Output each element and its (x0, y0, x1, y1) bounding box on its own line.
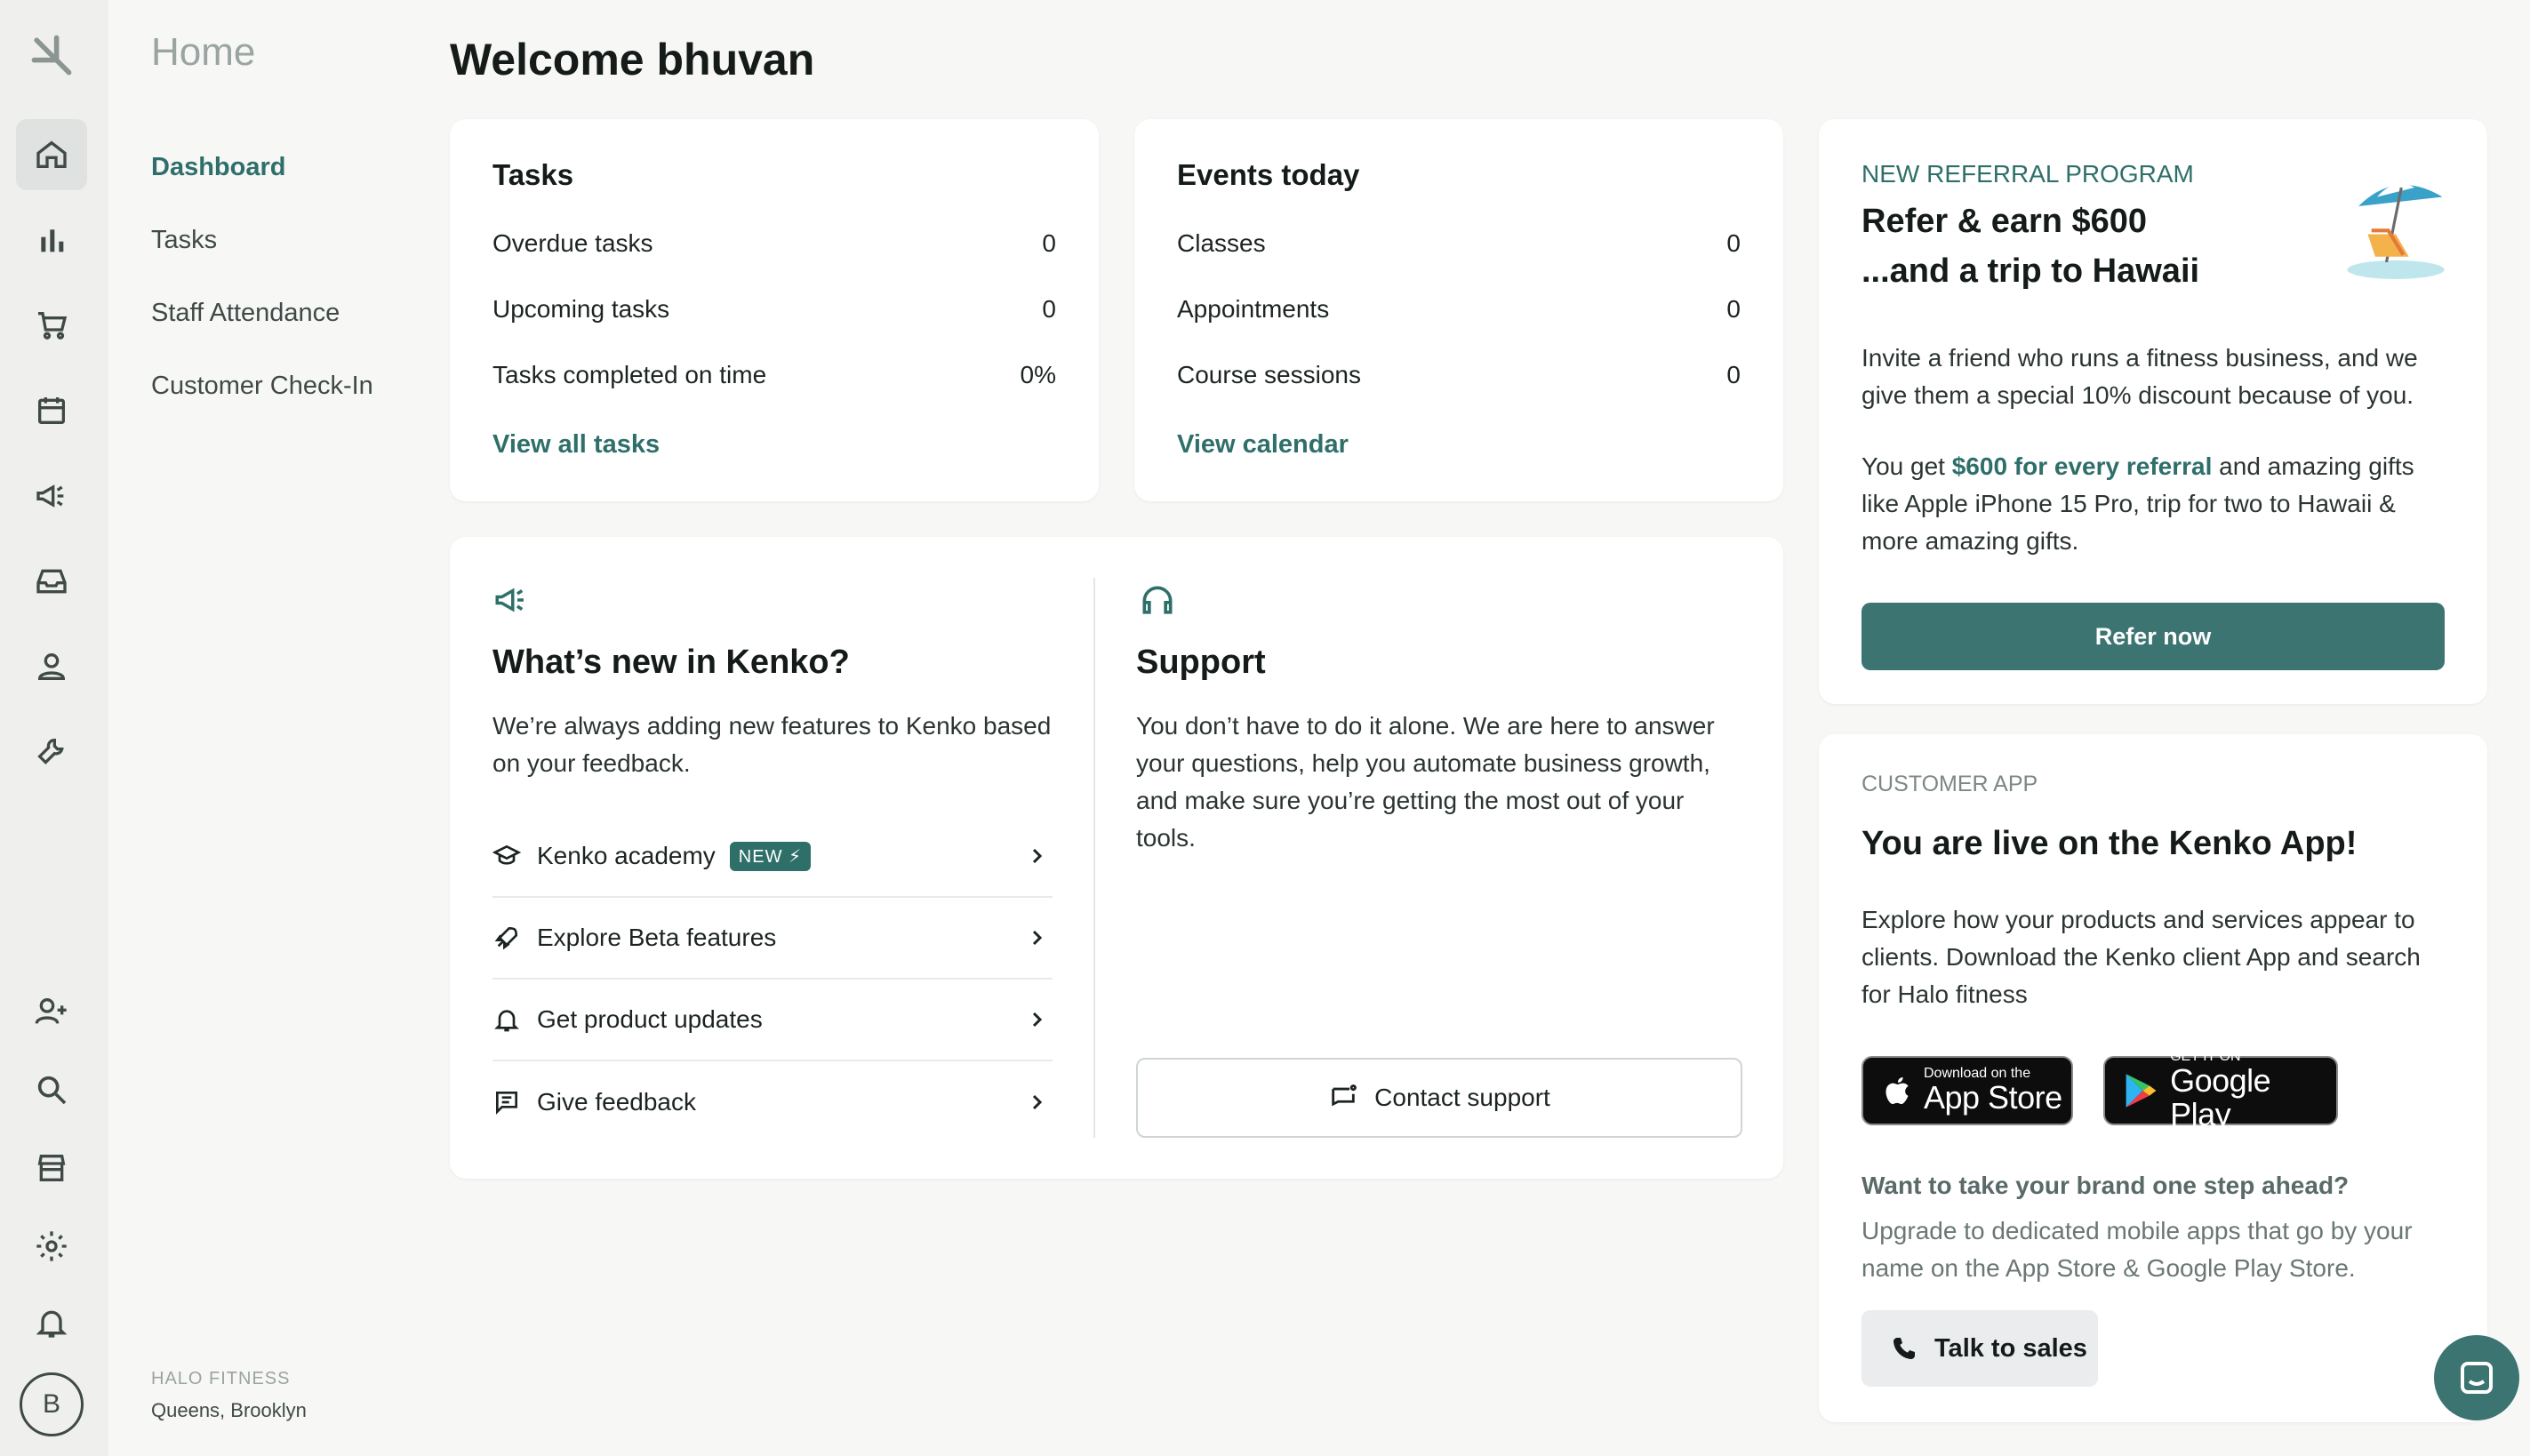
megaphone-icon[interactable] (16, 460, 87, 532)
list-item-kenko-academy[interactable]: Kenko academy NEW ⚡ (492, 816, 1053, 898)
avatar[interactable]: B (20, 1372, 84, 1436)
customer-app-text: Explore how your products and services a… (1861, 906, 2421, 1008)
calendar-icon[interactable] (16, 375, 87, 446)
course-sessions-value: 0 (1726, 361, 1741, 388)
tasks-on-time-value: 0% (1020, 361, 1056, 388)
megaphone-icon (492, 581, 530, 619)
chat-bubble-icon (1332, 1084, 1357, 1107)
appointments-value: 0 (1726, 295, 1741, 323)
tools-icon[interactable] (16, 716, 87, 788)
avatar-letter: B (42, 1389, 60, 1419)
upsell-text: Upgrade to dedicated mobile apps that go… (1861, 1217, 2413, 1282)
overdue-tasks-value: 0 (1042, 229, 1056, 257)
search-icon[interactable] (16, 1054, 87, 1125)
talk-to-sales-button[interactable]: Talk to sales (1861, 1310, 2098, 1387)
referral-text-2: You get $600 for every referral and amaz… (1861, 448, 2448, 560)
secondary-nav: Home Dashboard Tasks Staff Attendance Cu… (108, 0, 411, 1456)
contact-support-label: Contact support (1374, 1084, 1550, 1111)
referral-text-2-pre: You get (1861, 452, 1952, 480)
gear-icon[interactable] (16, 1211, 87, 1282)
referral-text-1: Invite a friend who runs a fitness busin… (1861, 344, 2418, 409)
chat-icon (2461, 1362, 2493, 1394)
tasks-title: Tasks (492, 158, 574, 191)
nav-title: Home (151, 30, 256, 74)
google-play-button[interactable]: GET IT ON Google Play (2103, 1050, 2338, 1132)
google-play-big-text: Google Play (2170, 1062, 2271, 1132)
kenko-academy-label: Kenko academy (537, 842, 716, 869)
customer-app-card: CUSTOMER APP You are live on the Kenko A… (1819, 734, 2487, 1422)
app-store-big-text: App Store (1924, 1079, 2062, 1116)
appointments-label: Appointments (1177, 295, 1330, 323)
talk-to-sales-label: Talk to sales (1934, 1333, 2087, 1363)
referral-title-1: Refer & earn $600 (1861, 203, 2148, 240)
events-title: Events today (1177, 158, 1360, 191)
view-calendar-link[interactable]: View calendar (1177, 430, 1349, 460)
whats-new-support-card: What’s new in Kenko? We’re always adding… (450, 537, 1783, 1179)
app-store-button[interactable]: Download on the App Store (1861, 1056, 2073, 1125)
nav-item-customer-check-in[interactable]: Customer Check-In (151, 372, 373, 401)
analytics-icon[interactable] (16, 204, 87, 276)
org-location: Queens, Brooklyn (151, 1399, 307, 1421)
list-item-product-updates[interactable]: Get product updates (492, 980, 1053, 1061)
store-icon[interactable] (16, 1132, 87, 1204)
customer-app-title: You are live on the Kenko App! (1861, 825, 2358, 862)
upcoming-tasks-label: Upcoming tasks (492, 295, 670, 323)
cart-icon[interactable] (16, 290, 87, 361)
support-text: You don’t have to do it alone. We are he… (1136, 712, 1715, 852)
icon-rail: B (0, 0, 108, 1456)
rocket-icon (494, 926, 518, 950)
referral-highlight: $600 for every referral (1951, 452, 2213, 480)
tasks-card: Tasks Overdue tasks 0 Upcoming tasks 0 T… (450, 119, 1099, 501)
give-feedback-label: Give feedback (537, 1088, 696, 1116)
page-title: Welcome bhuvan (450, 35, 815, 84)
list-item-beta-features[interactable]: Explore Beta features (492, 898, 1053, 980)
feedback-icon (496, 1092, 517, 1115)
view-all-tasks-link[interactable]: View all tasks (492, 430, 660, 460)
divider (1093, 578, 1095, 1138)
list-item-give-feedback[interactable]: Give feedback (492, 1061, 1053, 1143)
upsell-title: Want to take your brand one step ahead? (1861, 1172, 2350, 1199)
kenko-logo-icon[interactable] (27, 30, 76, 80)
phone-icon (1893, 1338, 1915, 1359)
contact-support-button[interactable]: Contact support (1136, 1058, 1742, 1138)
referral-eyebrow: NEW REFERRAL PROGRAM (1861, 160, 2194, 188)
support-title: Support (1136, 644, 1266, 681)
product-updates-label: Get product updates (537, 1005, 763, 1033)
chat-widget-button[interactable] (2434, 1335, 2519, 1420)
org-name: HALO FITNESS (151, 1369, 291, 1388)
chevron-right-icon (1032, 848, 1043, 864)
refer-now-button[interactable]: Refer now (1861, 603, 2445, 670)
chevron-right-icon (1032, 1094, 1043, 1110)
inbox-icon[interactable] (16, 546, 87, 617)
google-play-icon (2126, 1074, 2157, 1108)
nav-item-staff-attendance[interactable]: Staff Attendance (151, 299, 340, 328)
upcoming-tasks-value: 0 (1042, 295, 1056, 323)
beta-features-label: Explore Beta features (537, 924, 777, 951)
beach-chair-illustration (2340, 169, 2452, 281)
whats-new-title: What’s new in Kenko? (492, 644, 850, 681)
overdue-tasks-label: Overdue tasks (492, 229, 653, 257)
apple-icon (1885, 1077, 1909, 1104)
referral-title-2: ...and a trip to Hawaii (1861, 252, 2200, 290)
tasks-on-time-label: Tasks completed on time (492, 361, 767, 388)
nav-item-dashboard[interactable]: Dashboard (151, 153, 285, 182)
referral-card: NEW REFERRAL PROGRAM Refer & earn $600 .… (1819, 119, 2487, 704)
headset-icon (1138, 581, 1177, 620)
chevron-right-icon (1032, 1012, 1043, 1028)
course-sessions-label: Course sessions (1177, 361, 1361, 388)
classes-label: Classes (1177, 229, 1266, 257)
add-user-icon[interactable] (16, 976, 87, 1047)
graduation-cap-icon (492, 844, 521, 865)
user-icon[interactable] (16, 631, 87, 702)
bell-icon (494, 1010, 519, 1032)
classes-value: 0 (1726, 229, 1741, 257)
home-icon[interactable] (16, 119, 87, 190)
events-card: Events today Classes 0 Appointments 0 Co… (1134, 119, 1783, 501)
bell-icon[interactable] (16, 1287, 87, 1358)
chevron-right-icon (1032, 930, 1043, 946)
new-badge: NEW ⚡ (729, 841, 812, 871)
customer-app-eyebrow: CUSTOMER APP (1861, 772, 2038, 796)
whats-new-text: We’re always adding new features to Kenk… (492, 712, 1052, 777)
nav-item-tasks[interactable]: Tasks (151, 226, 217, 255)
